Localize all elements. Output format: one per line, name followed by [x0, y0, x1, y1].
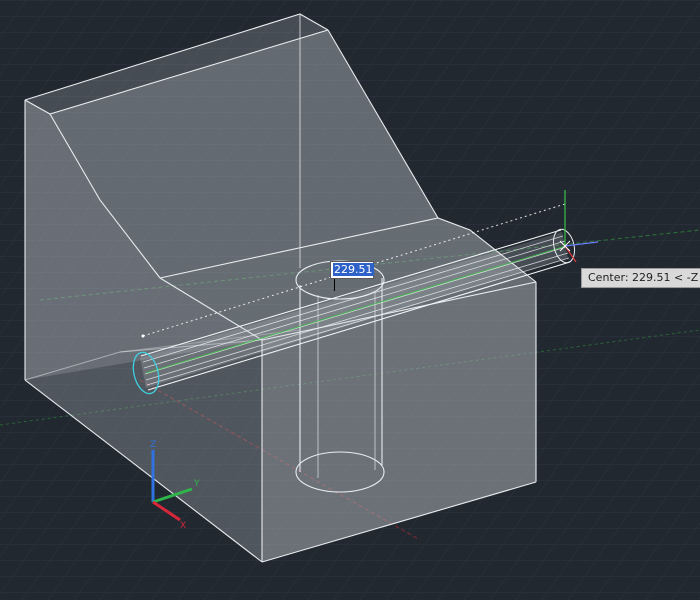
dynamic-input-value: 229.51 [333, 263, 374, 276]
model-space-canvas[interactable]: Z Y X [0, 0, 700, 600]
ucs-z-label: Z [150, 440, 156, 450]
drawing-viewport[interactable]: Z Y X 229.51 Center: 229.51 < -Z [0, 0, 700, 600]
ucs-x-label: X [180, 521, 186, 531]
ucs-y-label: Y [193, 479, 200, 489]
dynamic-input-tooltip: Center: 229.51 < -Z [581, 268, 700, 288]
text-caret [334, 279, 335, 291]
construction-point [141, 334, 145, 338]
dynamic-input-field[interactable]: 229.51 [330, 261, 374, 291]
